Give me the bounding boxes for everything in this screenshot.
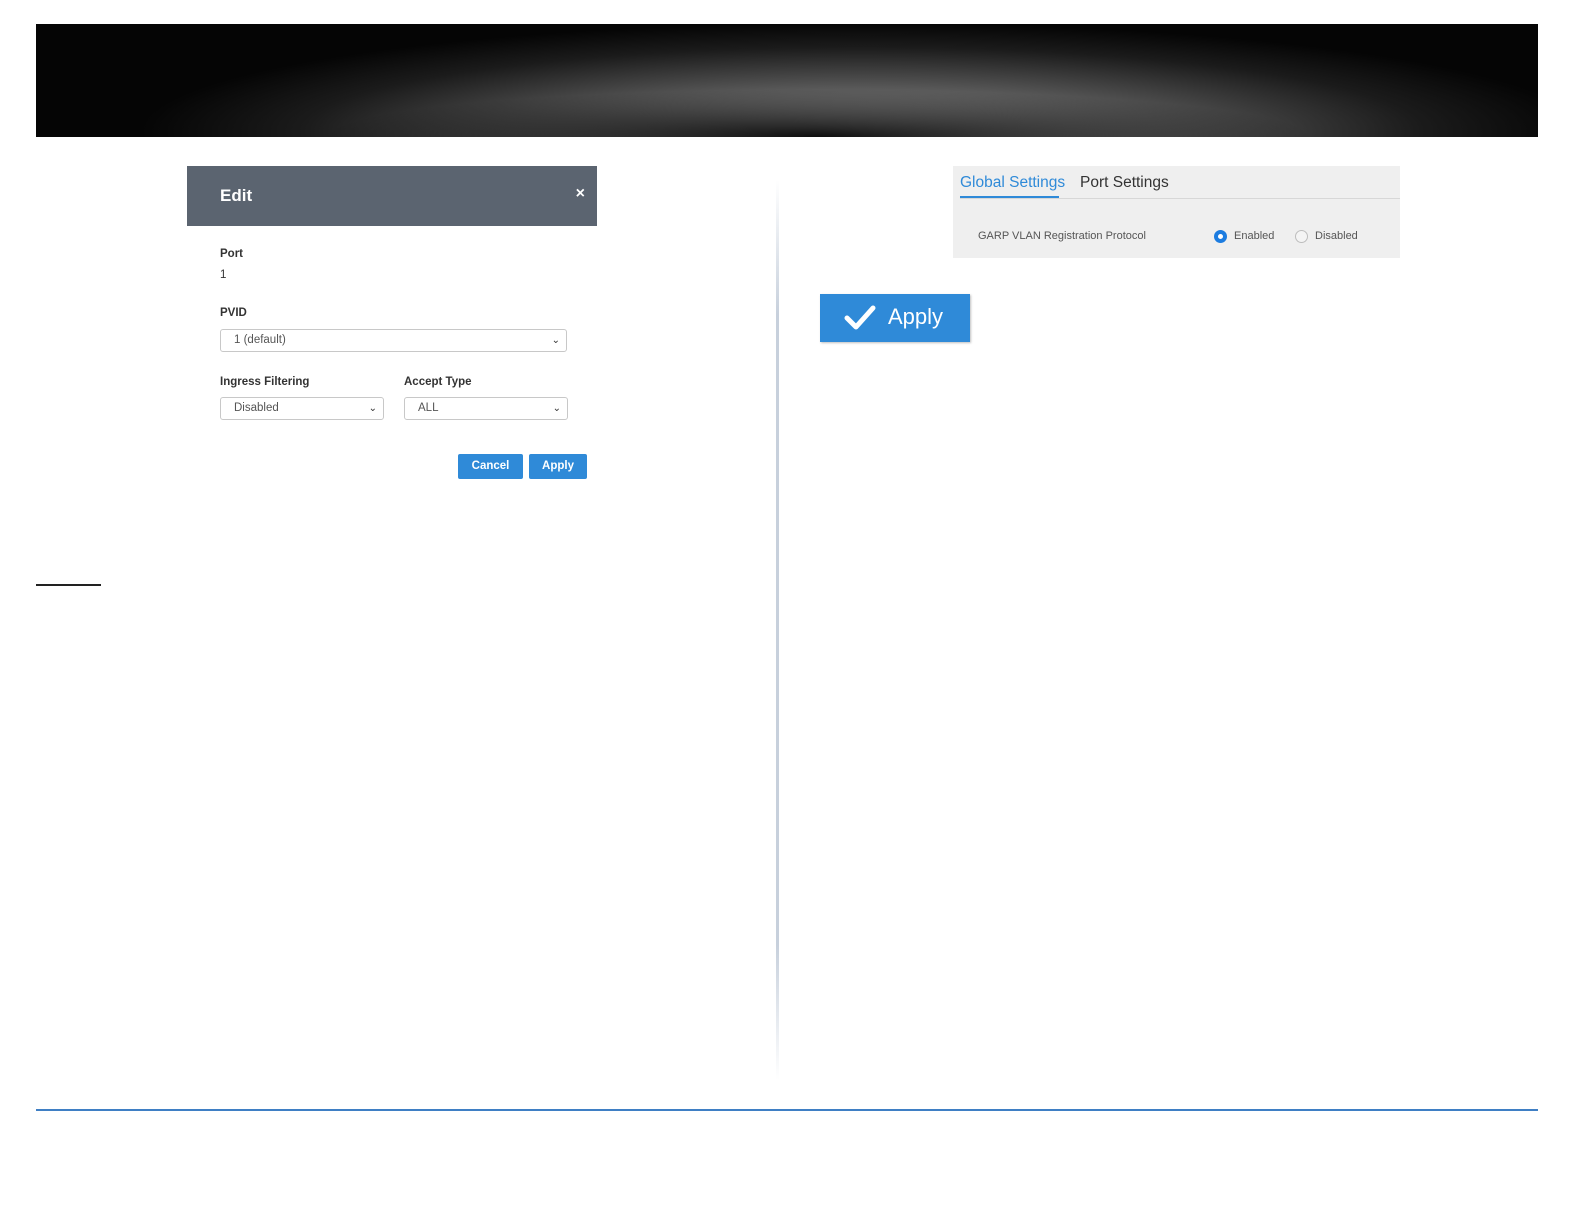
- settings-panel: Global Settings Port Settings GARP VLAN …: [953, 166, 1400, 258]
- active-tab-indicator: [960, 196, 1059, 198]
- apply-large-label: Apply: [888, 304, 944, 329]
- garp-vlan-label: GARP VLAN Registration Protocol: [978, 230, 1146, 242]
- edit-dialog: Edit × Port 1 PVID 1 (default) ⌄ Ingress…: [187, 166, 597, 486]
- cancel-button[interactable]: Cancel: [458, 454, 523, 479]
- short-divider: [36, 584, 101, 586]
- apply-large-button[interactable]: Apply: [820, 294, 970, 342]
- check-icon: [844, 305, 876, 330]
- pvid-select[interactable]: 1 (default) ⌄: [220, 329, 567, 352]
- chevron-down-icon: ⌄: [368, 403, 377, 414]
- chevron-down-icon: ⌄: [551, 335, 560, 346]
- tab-global-settings[interactable]: Global Settings: [960, 174, 1065, 192]
- tab-port-settings[interactable]: Port Settings: [1080, 174, 1169, 192]
- pvid-select-value: 1 (default): [234, 334, 286, 346]
- accept-type-label: Accept Type: [404, 376, 472, 388]
- close-icon[interactable]: ×: [576, 185, 585, 203]
- port-value: 1: [220, 269, 227, 281]
- apply-button[interactable]: Apply: [529, 454, 587, 479]
- disabled-radio[interactable]: [1295, 230, 1308, 243]
- disabled-radio-label: Disabled: [1315, 230, 1358, 242]
- port-label: Port: [220, 248, 243, 260]
- ingress-filtering-value: Disabled: [234, 402, 279, 414]
- header-banner: [36, 24, 1538, 137]
- ingress-filtering-select[interactable]: Disabled ⌄: [220, 397, 384, 420]
- dialog-title: Edit: [220, 186, 253, 205]
- enabled-radio-label: Enabled: [1234, 230, 1275, 242]
- column-divider: [776, 180, 779, 1080]
- accept-type-value: ALL: [418, 402, 439, 414]
- tab-divider: [960, 198, 1400, 199]
- footer-rule: [36, 1109, 1538, 1111]
- dialog-header: Edit ×: [187, 166, 597, 226]
- chevron-down-icon: ⌄: [552, 403, 561, 414]
- enabled-radio[interactable]: [1214, 230, 1227, 243]
- pvid-label: PVID: [220, 307, 247, 319]
- accept-type-select[interactable]: ALL ⌄: [404, 397, 568, 420]
- ingress-filtering-label: Ingress Filtering: [220, 376, 310, 388]
